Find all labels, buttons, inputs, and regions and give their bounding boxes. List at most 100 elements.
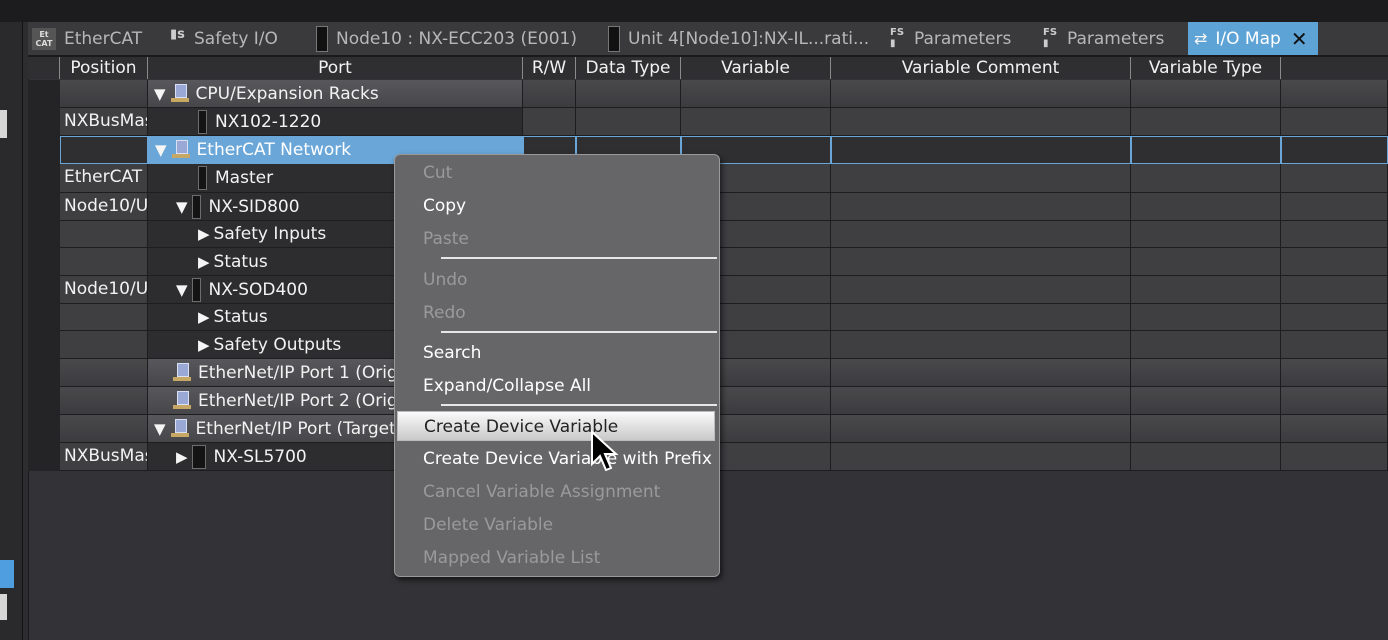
column-header-position[interactable]: Position — [60, 57, 148, 79]
cell-extra[interactable] — [1281, 248, 1388, 276]
cell-variable-type[interactable] — [1131, 331, 1281, 359]
cell-rw[interactable] — [523, 80, 576, 108]
column-header-variable-comment[interactable]: Variable Comment — [831, 57, 1131, 79]
cell-position[interactable] — [60, 359, 148, 387]
cell-variable-type[interactable] — [1131, 80, 1281, 108]
cell-position[interactable] — [60, 136, 148, 164]
table-row[interactable]: ▼ CPU/Expansion Racks — [28, 80, 1388, 108]
cell-position[interactable] — [60, 387, 148, 415]
cell-variable-comment[interactable] — [831, 164, 1131, 193]
cell-position[interactable]: NXBusMas — [60, 443, 148, 471]
cell-variable-type[interactable] — [1131, 443, 1281, 471]
cell-variable-type[interactable] — [1131, 248, 1281, 276]
cell-position[interactable]: Node10/U — [60, 276, 148, 304]
cell-position[interactable]: NXBusMas — [60, 108, 148, 136]
cell-variable[interactable] — [681, 80, 831, 108]
collapsed-arrow-icon[interactable]: ▶ — [198, 253, 210, 271]
cell-variable-type[interactable] — [1131, 304, 1281, 331]
cell-variable-comment[interactable] — [831, 331, 1131, 359]
tab-parameters-1[interactable]: FS ▮ Parameters — [890, 22, 1035, 55]
menu-item-create-device-variable[interactable]: Create Device Variable — [397, 411, 715, 441]
cell-extra[interactable] — [1281, 80, 1388, 108]
cell-extra[interactable] — [1281, 164, 1388, 193]
column-header-variable[interactable]: Variable — [681, 57, 831, 79]
menu-item-create-device-variable-with-prefix[interactable]: Create Device Variable with Prefix — [397, 444, 715, 474]
cell-variable-type[interactable] — [1131, 415, 1281, 443]
cell-variable-comment[interactable] — [831, 108, 1131, 136]
cell-variable-type[interactable] — [1131, 136, 1281, 164]
cell-variable-comment[interactable] — [831, 221, 1131, 248]
cell-rw[interactable] — [523, 108, 576, 136]
cell-position[interactable]: Node10/U — [60, 193, 148, 221]
cell-extra[interactable] — [1281, 359, 1388, 387]
left-panel-tab[interactable] — [0, 594, 7, 620]
cell-extra[interactable] — [1281, 221, 1388, 248]
cell-data-type[interactable] — [576, 108, 681, 136]
cell-variable-comment[interactable] — [831, 276, 1131, 304]
menu-item-expand-collapse-all[interactable]: Expand/Collapse All — [397, 371, 715, 401]
cell-variable-type[interactable] — [1131, 359, 1281, 387]
collapsed-arrow-icon[interactable]: ▶ — [176, 448, 188, 466]
cell-port[interactable]: NX102-1220 — [148, 108, 523, 136]
cell-variable-comment[interactable] — [831, 415, 1131, 443]
tab-unit4[interactable]: Unit 4[Node10]:NX-IL...rati... — [608, 22, 888, 55]
cell-variable-type[interactable] — [1131, 387, 1281, 415]
tab-io-map[interactable]: ⇄ I/O Map ✕ — [1188, 22, 1318, 55]
cell-position[interactable]: EtherCAT I — [60, 164, 148, 193]
cell-variable-comment[interactable] — [831, 248, 1131, 276]
cell-extra[interactable] — [1281, 193, 1388, 221]
cell-variable-comment[interactable] — [831, 80, 1131, 108]
expanded-arrow-icon[interactable]: ▼ — [155, 141, 167, 159]
tab-parameters-2[interactable]: FS ▮ Parameters — [1043, 22, 1188, 55]
collapsed-arrow-icon[interactable]: ▶ — [198, 308, 210, 326]
cell-variable-comment[interactable] — [831, 443, 1131, 471]
menu-item-copy[interactable]: Copy — [397, 191, 715, 221]
cell-extra[interactable] — [1281, 276, 1388, 304]
cell-position[interactable] — [60, 80, 148, 108]
left-panel-selected-tab[interactable] — [0, 560, 14, 588]
cell-position[interactable] — [60, 331, 148, 359]
cell-extra[interactable] — [1281, 387, 1388, 415]
cell-variable-comment[interactable] — [831, 136, 1131, 164]
cell-variable[interactable] — [681, 108, 831, 136]
cell-variable-comment[interactable] — [831, 304, 1131, 331]
collapsed-arrow-icon[interactable]: ▶ — [198, 336, 210, 354]
expanded-arrow-icon[interactable]: ▼ — [154, 85, 166, 103]
cell-data-type[interactable] — [576, 80, 681, 108]
cell-position[interactable] — [60, 248, 148, 276]
collapsed-arrow-icon[interactable]: ▶ — [198, 225, 210, 243]
close-icon[interactable]: ✕ — [1291, 27, 1308, 51]
cell-extra[interactable] — [1281, 304, 1388, 331]
cell-variable-comment[interactable] — [831, 193, 1131, 221]
cell-position[interactable] — [60, 415, 148, 443]
expanded-arrow-icon[interactable]: ▼ — [176, 281, 188, 299]
cell-position[interactable] — [60, 304, 148, 331]
tab-safety-io[interactable]: ▮s Safety I/O — [170, 22, 310, 55]
expanded-arrow-icon[interactable]: ▼ — [154, 420, 166, 438]
column-header-data-type[interactable]: Data Type — [576, 57, 681, 79]
cell-variable-type[interactable] — [1131, 108, 1281, 136]
cell-extra[interactable] — [1281, 331, 1388, 359]
cell-variable-type[interactable] — [1131, 193, 1281, 221]
cell-position[interactable] — [60, 221, 148, 248]
cell-variable-comment[interactable] — [831, 359, 1131, 387]
cell-extra[interactable] — [1281, 136, 1388, 164]
menu-item-search[interactable]: Search — [397, 338, 715, 368]
cell-extra[interactable] — [1281, 415, 1388, 443]
cell-port[interactable]: ▼ CPU/Expansion Racks — [148, 80, 523, 108]
table-row[interactable]: NXBusMas NX102-1220 — [28, 108, 1388, 136]
expanded-arrow-icon[interactable]: ▼ — [176, 198, 188, 216]
tab-ethercat[interactable]: Et CAT EtherCAT — [32, 22, 162, 55]
left-panel-tab[interactable] — [0, 110, 7, 138]
tab-node10[interactable]: Node10 : NX-ECC203 (E001) — [316, 22, 596, 55]
column-header-rw[interactable]: R/W — [523, 57, 576, 79]
cell-extra[interactable] — [1281, 108, 1388, 136]
cell-variable-type[interactable] — [1131, 221, 1281, 248]
column-header-port[interactable]: Port — [148, 57, 523, 79]
cell-variable-type[interactable] — [1131, 164, 1281, 193]
column-header-variable-type[interactable]: Variable Type — [1131, 57, 1281, 79]
cell-extra[interactable] — [1281, 443, 1388, 471]
cell-variable-type[interactable] — [1131, 276, 1281, 304]
cell-variable-comment[interactable] — [831, 387, 1131, 415]
menu-item-undo: Undo — [423, 270, 468, 290]
